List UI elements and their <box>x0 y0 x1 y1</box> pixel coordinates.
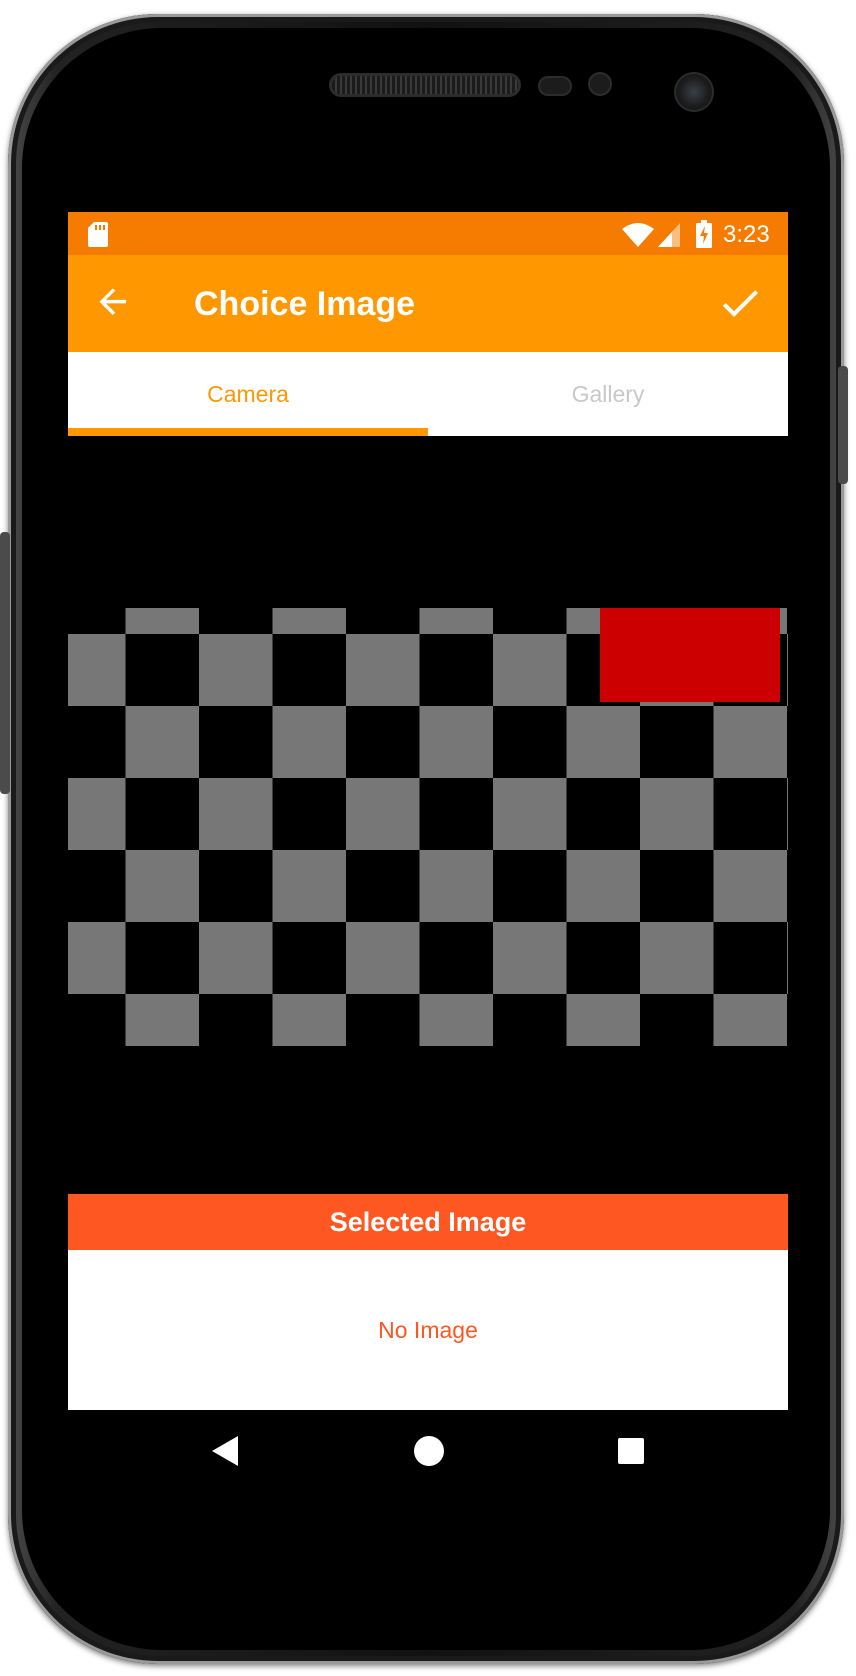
light-sensor <box>590 74 610 94</box>
earpiece-speaker <box>332 76 518 94</box>
status-time: 3:23 <box>723 221 770 248</box>
no-image-text: No Image <box>378 1317 478 1343</box>
camera-preview-image <box>68 608 788 1046</box>
sd-card-icon <box>88 222 108 247</box>
selected-image-area: No Image <box>68 1250 788 1410</box>
selected-image-header: Selected Image <box>68 1194 788 1250</box>
signal-icon <box>658 223 680 247</box>
tab-bar: Camera Gallery <box>68 352 788 436</box>
arrow-back-icon[interactable] <box>92 279 140 327</box>
camera-preview[interactable] <box>68 436 788 1402</box>
app-bar: Choice Image <box>68 255 788 352</box>
nav-back-icon[interactable] <box>212 1436 238 1466</box>
device-screen: 3:23 Choice Image Camera Gallery Selecte… <box>68 212 788 1492</box>
power-button <box>0 532 10 794</box>
nav-home-icon[interactable] <box>414 1436 444 1466</box>
volume-button <box>838 366 848 484</box>
tab-camera[interactable]: Camera <box>68 352 428 436</box>
front-camera <box>676 74 712 110</box>
tab-indicator <box>68 428 428 436</box>
status-bar: 3:23 <box>68 212 788 255</box>
page-title: Choice Image <box>194 285 416 323</box>
nav-recents-icon[interactable] <box>618 1438 644 1464</box>
navigation-bar <box>68 1410 788 1492</box>
battery-charging-icon <box>696 220 712 248</box>
tab-gallery[interactable]: Gallery <box>428 352 788 436</box>
check-icon[interactable] <box>716 279 764 327</box>
wifi-icon <box>622 223 654 247</box>
proximity-sensor <box>540 78 570 94</box>
